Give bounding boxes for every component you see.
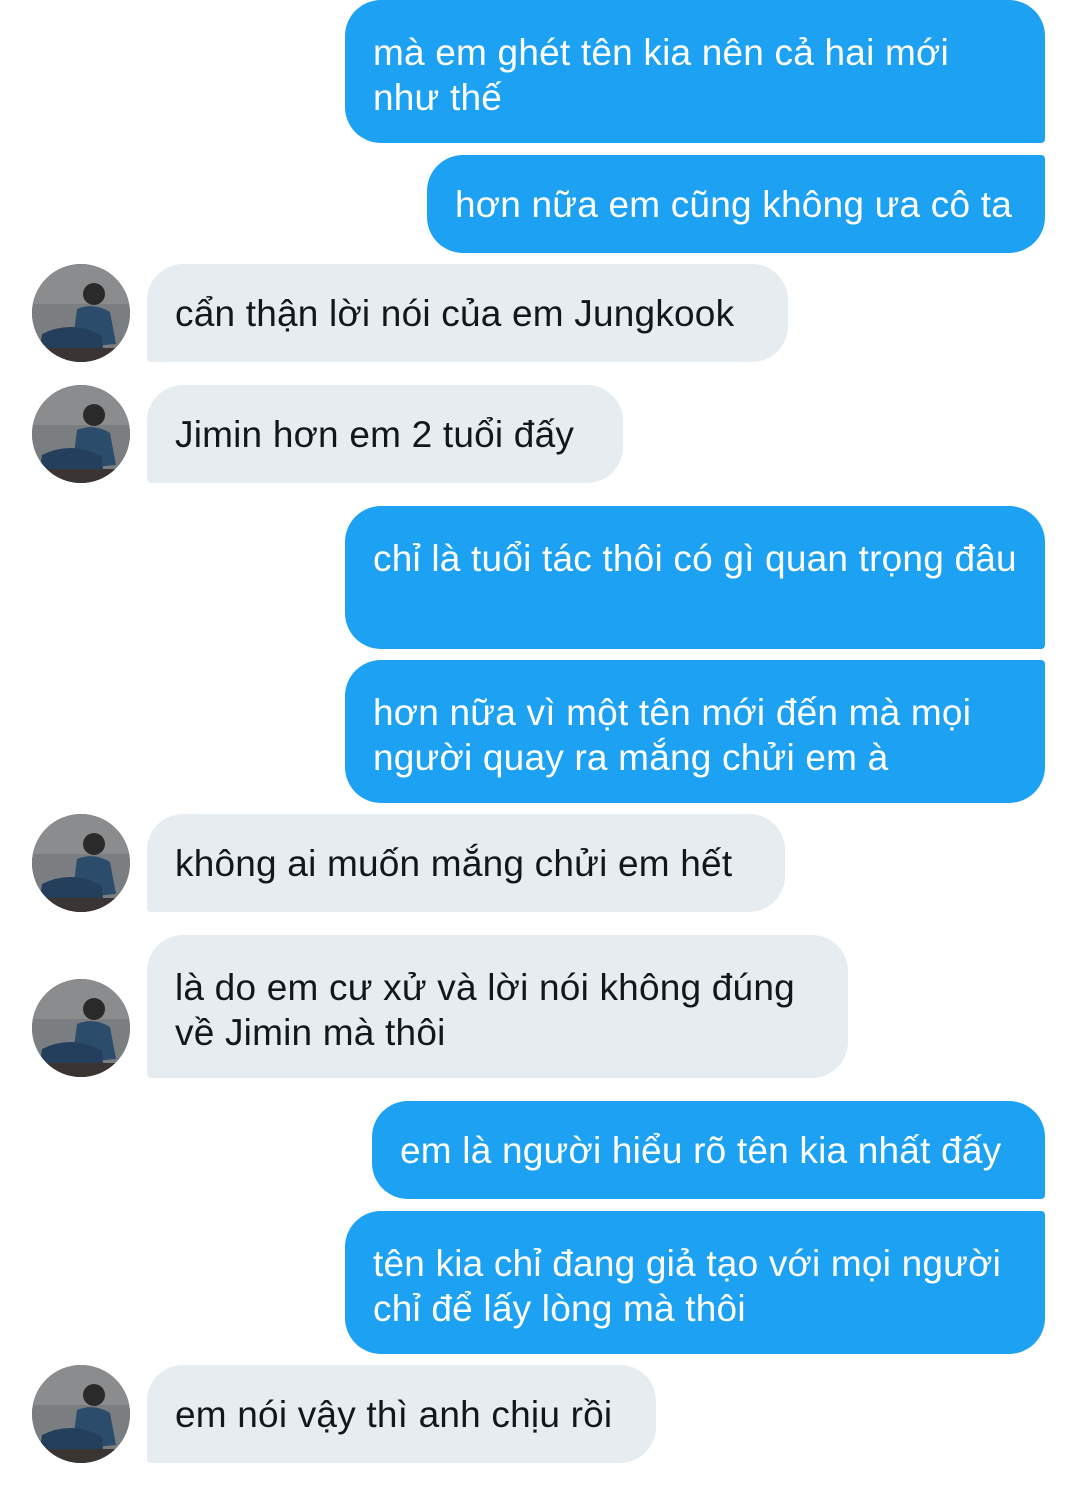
sent-message[interactable]: em là người hiểu rõ tên kia nhất đấy	[372, 1101, 1045, 1199]
contact-avatar[interactable]	[32, 385, 130, 483]
received-message[interactable]: cẩn thận lời nói của em Jungkook	[147, 264, 788, 362]
received-message[interactable]: em nói vậy thì anh chịu rồi	[147, 1365, 656, 1463]
sent-message[interactable]: hơn nữa vì một tên mới đến mà mọi người …	[345, 660, 1045, 803]
contact-avatar[interactable]	[32, 264, 130, 362]
conversation-thread: mà em ghét tên kia nên cả hai mới như th…	[0, 0, 1067, 1488]
sent-message[interactable]: chỉ là tuổi tác thôi có gì quan trọng đâ…	[345, 506, 1045, 649]
received-message[interactable]: không ai muốn mắng chửi em hết	[147, 814, 785, 912]
contact-avatar[interactable]	[32, 814, 130, 912]
contact-avatar[interactable]	[32, 1365, 130, 1463]
avatar-icon	[32, 979, 130, 1077]
sent-message[interactable]: mà em ghét tên kia nên cả hai mới như th…	[345, 0, 1045, 143]
received-message[interactable]: là do em cư xử và lời nói không đúng về …	[147, 935, 848, 1078]
sent-message[interactable]: tên kia chỉ đang giả tạo với mọi người c…	[345, 1211, 1045, 1354]
received-message[interactable]: Jimin hơn em 2 tuổi đấy	[147, 385, 623, 483]
avatar-icon	[32, 1365, 130, 1463]
avatar-icon	[32, 814, 130, 912]
avatar-icon	[32, 385, 130, 483]
contact-avatar[interactable]	[32, 979, 130, 1077]
sent-message[interactable]: hơn nữa em cũng không ưa cô ta	[427, 155, 1045, 253]
avatar-icon	[32, 264, 130, 362]
